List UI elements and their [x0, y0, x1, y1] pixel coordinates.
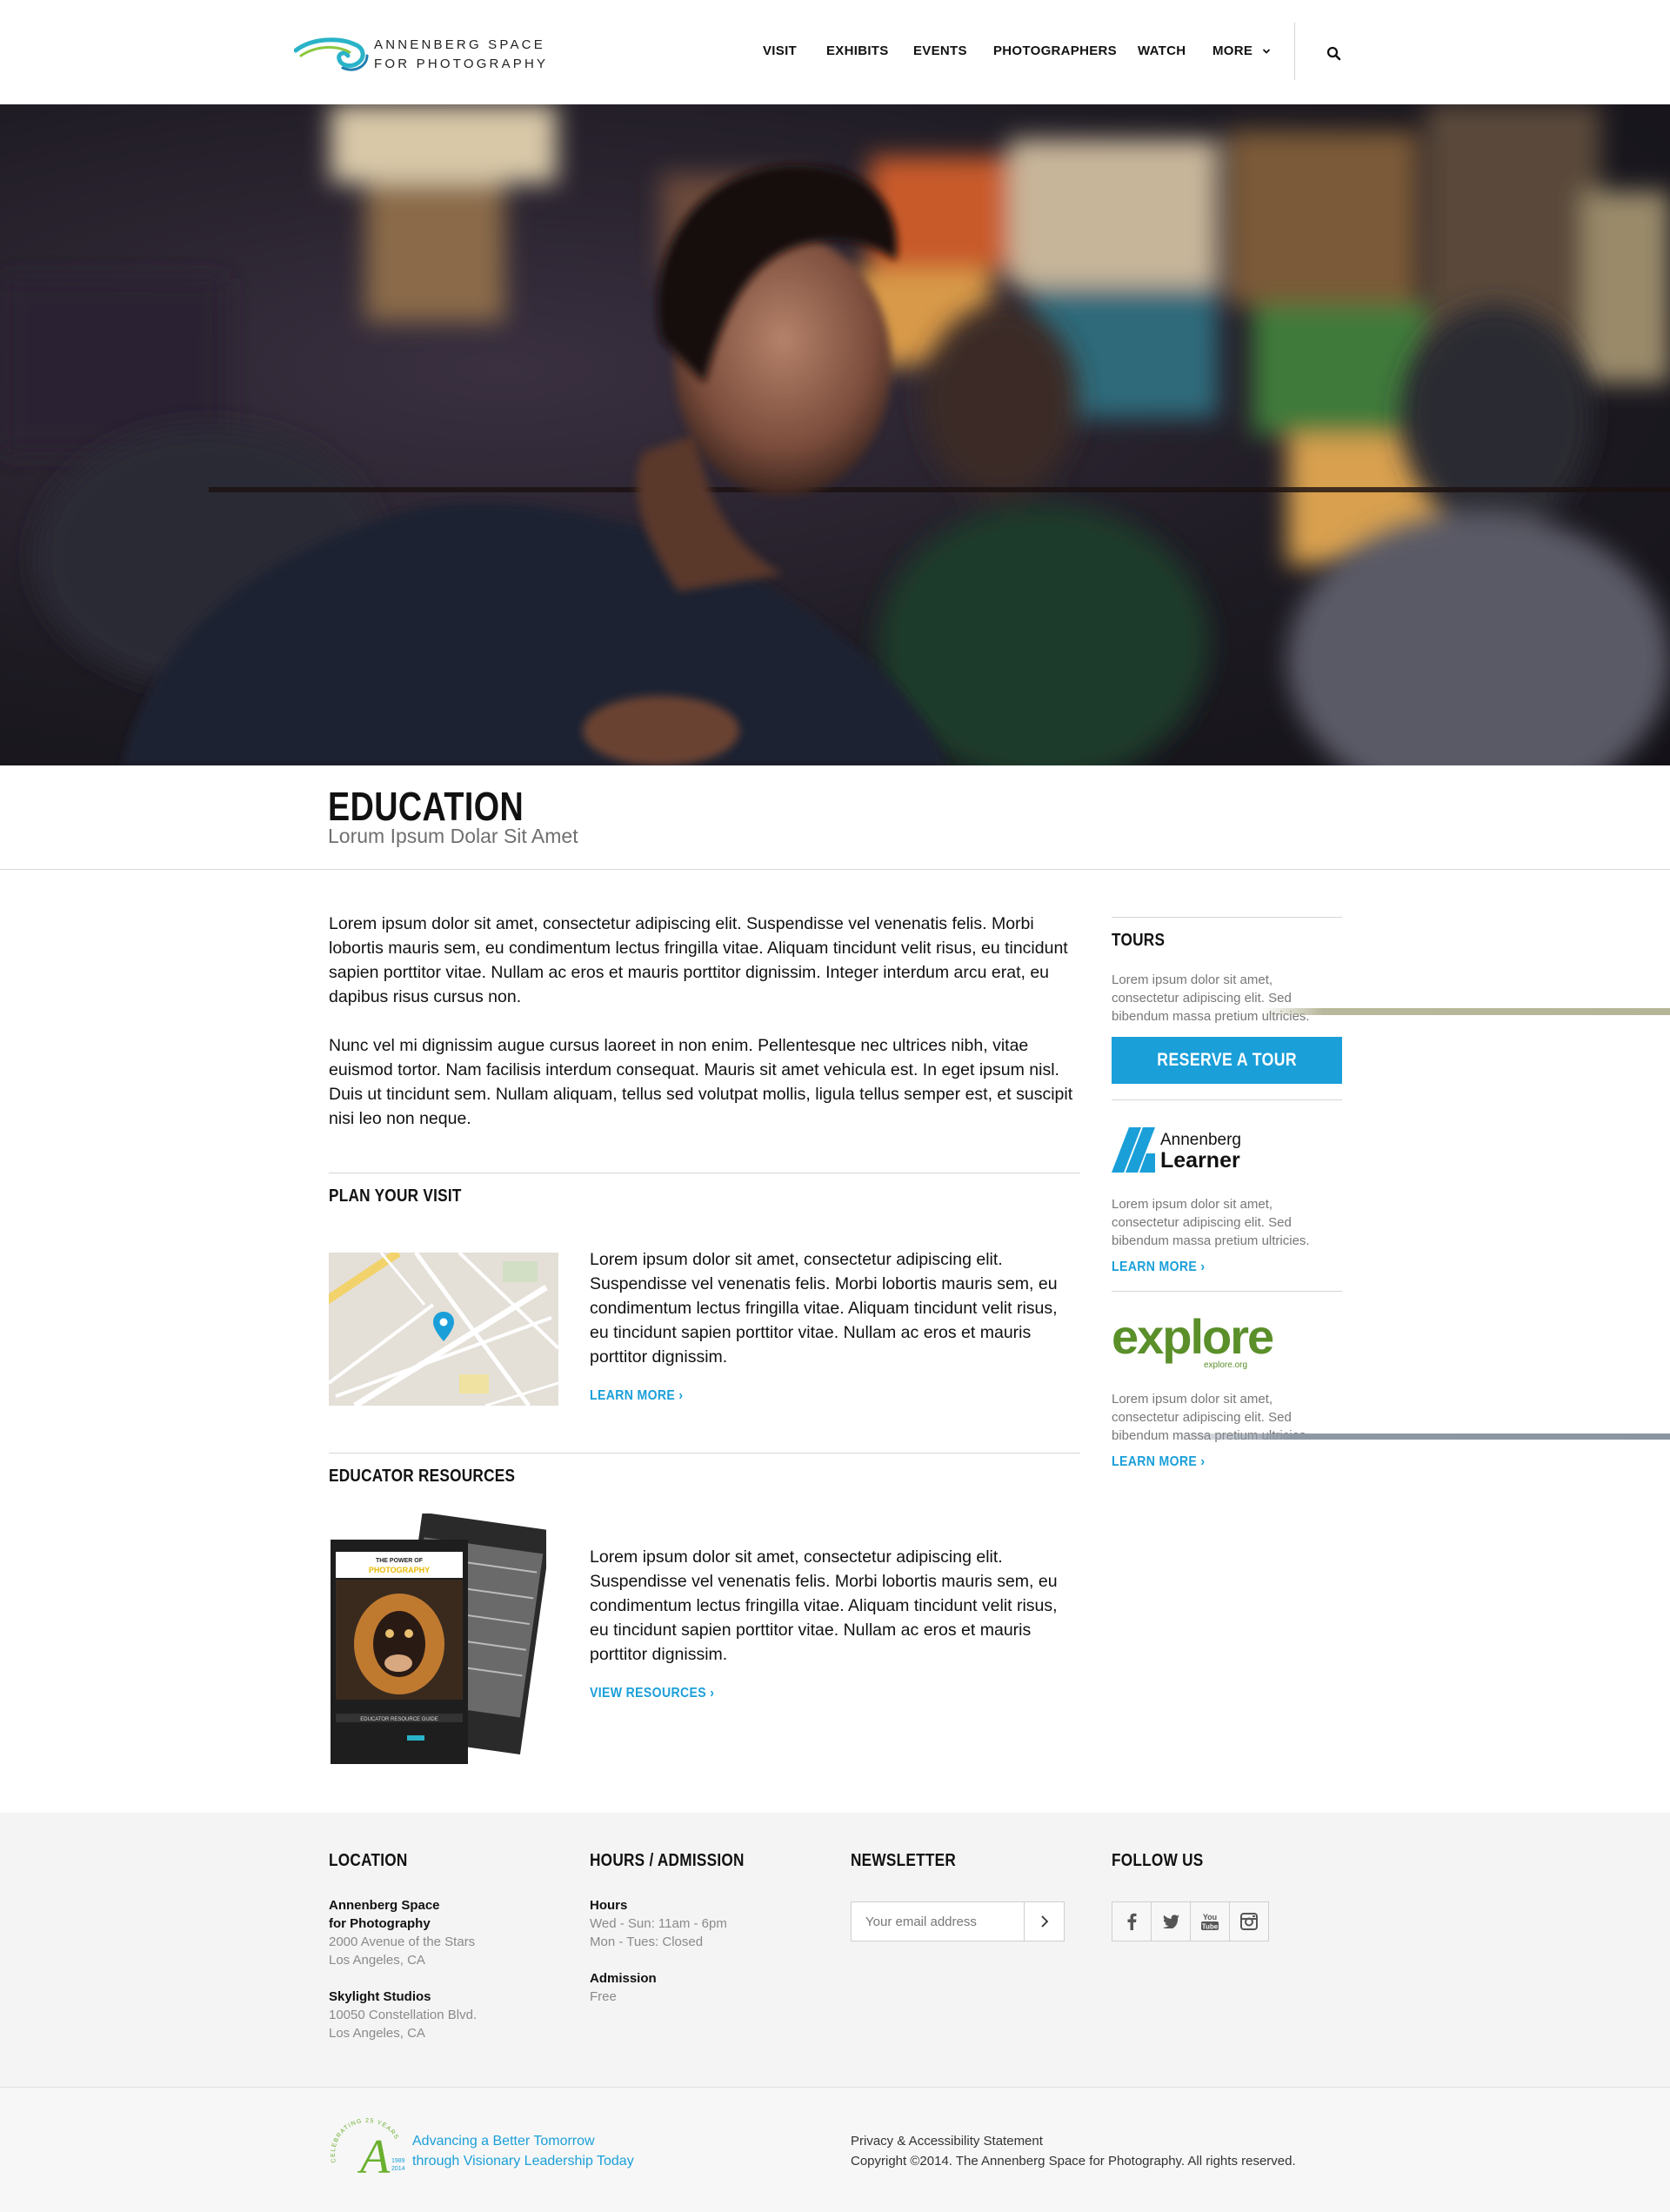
admission-label: Admission	[590, 1971, 657, 1986]
copyright-text: Copyright ©2014. The Annenberg Space for…	[851, 2154, 1296, 2169]
explore-logo-graphic: explore explore.org	[1112, 1309, 1275, 1370]
plan-visit-heading: PLAN YOUR VISIT	[329, 1186, 462, 1206]
brochure-title-line1: THE POWER OF	[376, 1558, 424, 1564]
footer-newsletter-heading: NEWSLETTER	[851, 1851, 957, 1870]
anniversary-seal-icon: CELEBRATING 25 YEARS A 1989 2014	[331, 2118, 405, 2184]
learner-logo-graphic: Annenberg Learner	[1112, 1127, 1241, 1173]
chevron-down-icon	[1262, 49, 1270, 54]
sidebar-divider	[1112, 917, 1342, 918]
glitch-band	[1166, 1433, 1670, 1440]
explore-logo[interactable]: explore explore.org	[1112, 1309, 1303, 1370]
explore-learn-more-link[interactable]: LEARN MORE ›	[1112, 1454, 1205, 1470]
tours-text: Lorem ipsum dolor sit amet, consectetur …	[1112, 972, 1310, 1024]
newsletter-email-input[interactable]	[852, 1902, 1025, 1941]
venue2-name: Skylight Studios	[329, 1989, 431, 2004]
hours-line2: Mon - Tues: Closed	[590, 1935, 704, 1949]
youtube-label-top: You	[1203, 1913, 1217, 1921]
anniversary-logo: CELEBRATING 25 YEARS A 1989 2014	[325, 2112, 409, 2190]
page-subtitle: Lorum Ipsum Dolar Sit Amet	[328, 825, 578, 847]
venue1-name-line2: for Photography	[329, 1916, 431, 1931]
admission-value: Free	[590, 1989, 617, 2004]
venue1-name-line1: Annenberg Space	[329, 1898, 440, 1913]
search-button[interactable]	[1326, 45, 1343, 63]
venue1-address-line2: Los Angeles, CA	[329, 1953, 425, 1968]
footer-hours-heading: HOURS / ADMISSION	[590, 1851, 745, 1870]
anniversary-year-start: 1989	[391, 2158, 405, 2164]
main-nav: VISIT EXHIBITS EVENTS PHOTOGRAPHERS WATC…	[0, 43, 1670, 64]
tagline-line1: Advancing a Better Tomorrow	[412, 2134, 595, 2149]
learner-text: Lorem ipsum dolor sit amet, consectetur …	[1112, 1197, 1310, 1248]
brochure-graphic: THE POWER OF PHOTOGRAPHY EDUCATOR RESOUR…	[331, 1512, 552, 1764]
hours-label: Hours	[590, 1898, 628, 1913]
facebook-button[interactable]	[1112, 1901, 1152, 1941]
nav-item-photographers[interactable]: PHOTOGRAPHERS	[993, 43, 1117, 58]
reserve-tour-label: RESERVE A TOUR	[1157, 1050, 1297, 1070]
newsletter-form	[851, 1901, 1065, 1941]
explore-wordmark: explore	[1112, 1315, 1273, 1364]
brochure-footer-label: EDUCATOR RESOURCE GUIDE	[360, 1717, 438, 1722]
nav-item-events[interactable]: EVENTS	[913, 43, 967, 58]
site-footer: LOCATION HOURS / ADMISSION NEWSLETTER FO…	[0, 1813, 1670, 2088]
instagram-icon	[1240, 1913, 1258, 1930]
learner-logo-line1: Annenberg	[1160, 1131, 1241, 1149]
nav-item-more[interactable]: MORE	[1212, 43, 1271, 58]
youtube-icon: You Tube	[1201, 1913, 1219, 1931]
annenberg-learner-logo[interactable]: Annenberg Learner	[1112, 1122, 1251, 1174]
hero-image	[0, 104, 1670, 765]
nav-more-label: MORE	[1212, 43, 1253, 58]
page-title-band: EDUCATION Lorum Ipsum Dolar Sit Amet	[0, 765, 1670, 870]
glitch-band	[1261, 1008, 1670, 1015]
venue2-address-line1: 10050 Constellation Blvd.	[329, 2008, 478, 2022]
venue1-address-line1: 2000 Avenue of the Stars	[329, 1935, 476, 1949]
location-map[interactable]	[329, 1253, 558, 1406]
social-links: You Tube	[1112, 1901, 1269, 1941]
tagline-line2: through Visionary Leadership Today	[412, 2154, 634, 2169]
explore-sub: explore.org	[1204, 1360, 1247, 1369]
divider	[329, 1453, 1080, 1454]
educator-guide-image[interactable]: THE POWER OF PHOTOGRAPHY EDUCATOR RESOUR…	[329, 1512, 552, 1766]
hours-line1: Wed - Sun: 11am - 6pm	[590, 1916, 727, 1931]
instagram-button[interactable]	[1229, 1901, 1269, 1941]
sidebar-divider	[1112, 1291, 1342, 1292]
nav-divider	[1294, 23, 1295, 80]
view-resources-link[interactable]: VIEW RESOURCES ›	[590, 1686, 714, 1701]
privacy-link[interactable]: Privacy & Accessibility Statement	[851, 2131, 1296, 2151]
tours-heading: TOURS	[1112, 931, 1166, 950]
search-icon	[1326, 46, 1341, 61]
footer-follow-heading: FOLLOW US	[1112, 1851, 1204, 1870]
anniversary-year-end: 2014	[391, 2166, 405, 2172]
brochure-title-line2: PHOTOGRAPHY	[369, 1566, 430, 1574]
nav-item-visit[interactable]: VISIT	[763, 43, 797, 58]
youtube-label-bottom: Tube	[1202, 1923, 1219, 1931]
learner-learn-more-link[interactable]: LEARN MORE ›	[1112, 1260, 1205, 1275]
venue2-address-line2: Los Angeles, CA	[329, 2026, 425, 2041]
hero-photo	[0, 104, 1670, 765]
educator-resources-heading: EDUCATOR RESOURCES	[329, 1467, 516, 1486]
tagline: Advancing a Better Tomorrow through Visi…	[412, 2131, 634, 2171]
sidebar-divider	[1112, 1099, 1342, 1100]
nav-item-watch[interactable]: WATCH	[1138, 43, 1186, 58]
learner-logo-line2: Learner	[1160, 1148, 1240, 1173]
chevron-right-icon	[1040, 1915, 1048, 1928]
intro-paragraph-2: Nunc vel mi dignissim augue cursus laore…	[329, 1036, 1073, 1128]
twitter-icon	[1163, 1915, 1179, 1928]
footer-bottom-bar	[0, 2088, 1670, 2212]
site-header: ANNENBERG SPACE FOR PHOTOGRAPHY VISIT EX…	[0, 0, 1670, 104]
reserve-tour-button[interactable]: RESERVE A TOUR	[1112, 1037, 1342, 1084]
newsletter-submit-button[interactable]	[1024, 1902, 1064, 1941]
map-pin-icon	[433, 1312, 454, 1341]
facebook-icon	[1127, 1913, 1137, 1930]
educator-resources-text: Lorem ipsum dolor sit amet, consectetur …	[590, 1547, 1058, 1664]
intro-paragraph-1: Lorem ipsum dolor sit amet, consectetur …	[329, 914, 1068, 1006]
plan-visit-text: Lorem ipsum dolor sit amet, consectetur …	[590, 1250, 1058, 1367]
twitter-button[interactable]	[1151, 1901, 1191, 1941]
plan-visit-learn-more-link[interactable]: LEARN MORE ›	[590, 1388, 683, 1404]
legal-info: Privacy & Accessibility Statement Copyri…	[851, 2131, 1296, 2171]
anniversary-letter: A	[357, 2130, 391, 2184]
nav-item-exhibits[interactable]: EXHIBITS	[826, 43, 889, 58]
footer-location-heading: LOCATION	[329, 1851, 408, 1870]
youtube-button[interactable]: You Tube	[1190, 1901, 1230, 1941]
page-title: EDUCATION	[328, 784, 524, 829]
